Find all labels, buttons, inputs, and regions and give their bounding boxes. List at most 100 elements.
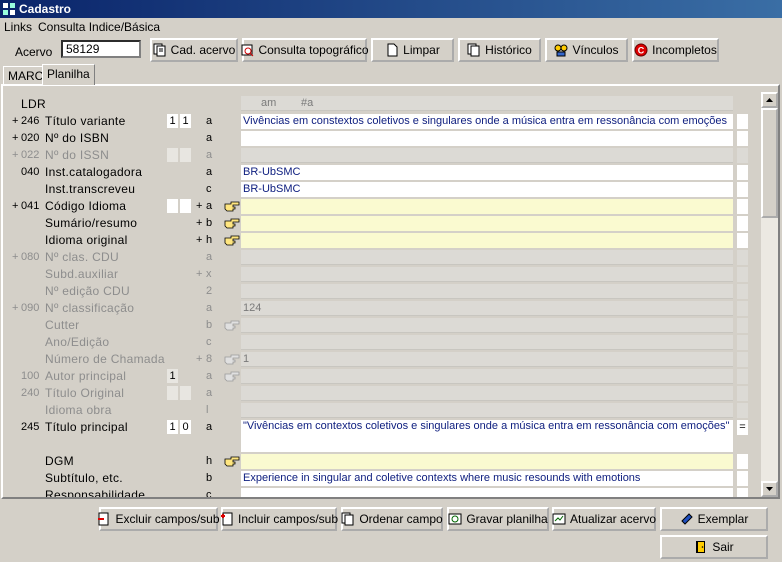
field-label: Autor principal bbox=[45, 369, 127, 383]
ordenar-campo-button[interactable]: Ordenar campo bbox=[341, 507, 443, 531]
field-value[interactable] bbox=[241, 250, 733, 265]
field-tail[interactable] bbox=[737, 386, 748, 401]
scroll-up-button[interactable] bbox=[761, 92, 778, 108]
field-value[interactable] bbox=[241, 369, 733, 384]
field-tail[interactable]: = bbox=[737, 420, 748, 435]
field-tail[interactable] bbox=[737, 216, 748, 231]
field-repeat-marker[interactable]: + bbox=[12, 115, 18, 127]
field-tail[interactable] bbox=[737, 454, 748, 469]
indicator-1[interactable] bbox=[167, 386, 178, 400]
field-value[interactable]: Vivências em constextos coletivos e sing… bbox=[241, 114, 733, 129]
field-value[interactable] bbox=[241, 318, 733, 333]
acervo-input[interactable] bbox=[61, 40, 141, 58]
ldr-field[interactable]: am #a bbox=[241, 96, 733, 111]
incompletos-button[interactable]: C Incompletos bbox=[632, 38, 719, 62]
field-value[interactable] bbox=[241, 199, 733, 214]
marc-field-row: +041 Código Idioma + a bbox=[3, 198, 763, 215]
pointing-hand-icon[interactable] bbox=[224, 370, 240, 382]
field-tail[interactable] bbox=[737, 148, 748, 163]
field-value[interactable]: 124 bbox=[241, 301, 733, 316]
field-value[interactable] bbox=[241, 216, 733, 231]
field-repeat-marker[interactable]: + bbox=[12, 200, 18, 212]
indicator-1[interactable] bbox=[167, 199, 178, 213]
vertical-scrollbar[interactable] bbox=[761, 92, 778, 497]
indicator-1[interactable]: 1 bbox=[167, 369, 178, 383]
field-tail[interactable] bbox=[737, 199, 748, 214]
pointing-hand-icon[interactable] bbox=[224, 319, 240, 331]
field-repeat-marker[interactable]: + bbox=[12, 132, 18, 144]
field-tail[interactable] bbox=[737, 488, 748, 497]
incluir-label: Incluir campos/sub bbox=[237, 512, 339, 526]
field-tail[interactable] bbox=[737, 471, 748, 486]
incluir-campos-button[interactable]: Incluir campos/sub bbox=[220, 507, 339, 531]
subfield-code: a bbox=[206, 200, 213, 212]
field-value[interactable]: "Vivências em contextos coletivos e sing… bbox=[241, 420, 733, 452]
indicator-2[interactable] bbox=[180, 386, 191, 400]
field-tail[interactable] bbox=[737, 131, 748, 146]
field-tail[interactable] bbox=[737, 318, 748, 333]
excluir-campos-button[interactable]: Excluir campos/sub bbox=[98, 507, 220, 531]
field-tail[interactable] bbox=[737, 233, 748, 248]
field-label: Título principal bbox=[45, 420, 128, 434]
field-tail[interactable] bbox=[737, 182, 748, 197]
field-value[interactable] bbox=[241, 267, 733, 282]
field-value[interactable]: Experience in singular and coletive cont… bbox=[241, 471, 733, 486]
field-value[interactable] bbox=[241, 131, 733, 146]
indicator-1[interactable] bbox=[167, 148, 178, 162]
field-tail[interactable] bbox=[737, 369, 748, 384]
field-value[interactable] bbox=[241, 148, 733, 163]
field-tail[interactable] bbox=[737, 335, 748, 350]
marc-field-row: DGM h bbox=[3, 453, 763, 470]
scroll-down-button[interactable] bbox=[761, 481, 778, 497]
pointing-hand-icon[interactable] bbox=[224, 455, 240, 467]
vinculos-button[interactable]: Vínculos bbox=[545, 38, 628, 62]
indicator-2[interactable] bbox=[180, 148, 191, 162]
consulta-topografico-button[interactable]: Consulta topográfico bbox=[241, 38, 369, 62]
field-value[interactable] bbox=[241, 284, 733, 299]
field-value[interactable]: BR-UbSMC bbox=[241, 182, 733, 197]
gravar-planilha-button[interactable]: Gravar planilha bbox=[447, 507, 549, 531]
field-tail[interactable] bbox=[737, 165, 748, 180]
exemplar-button[interactable]: Exemplar bbox=[660, 507, 768, 531]
field-tail[interactable] bbox=[737, 301, 748, 316]
field-tail[interactable] bbox=[737, 352, 748, 367]
subfield-code: a bbox=[206, 115, 213, 127]
pointing-hand-icon[interactable] bbox=[224, 200, 240, 212]
field-repeat-marker[interactable]: + bbox=[12, 302, 18, 314]
indicator-2[interactable]: 1 bbox=[180, 114, 191, 128]
indicator-1[interactable]: 1 bbox=[167, 420, 178, 434]
field-tail[interactable] bbox=[737, 267, 748, 282]
indicator-2[interactable]: 0 bbox=[180, 420, 191, 434]
pointing-hand-icon[interactable] bbox=[224, 217, 240, 229]
field-repeat-marker[interactable]: + bbox=[12, 149, 18, 161]
atualizar-acervo-button[interactable]: Atualizar acervo bbox=[552, 507, 656, 531]
field-value[interactable] bbox=[241, 454, 733, 469]
field-value[interactable] bbox=[241, 233, 733, 248]
field-repeat-marker[interactable]: + bbox=[12, 251, 18, 263]
field-tail[interactable] bbox=[737, 250, 748, 265]
limpar-button[interactable]: Limpar bbox=[371, 38, 454, 62]
pointing-hand-icon[interactable] bbox=[224, 353, 240, 365]
field-tail[interactable] bbox=[737, 284, 748, 299]
scroll-thumb[interactable] bbox=[761, 108, 778, 218]
field-value[interactable] bbox=[241, 335, 733, 350]
field-label: Inst.catalogadora bbox=[45, 165, 143, 179]
cad-acervo-button[interactable]: Cad. acervo bbox=[150, 38, 238, 62]
field-tail[interactable] bbox=[737, 403, 748, 418]
field-value[interactable]: BR-UbSMC bbox=[241, 165, 733, 180]
pointing-hand-icon[interactable] bbox=[224, 234, 240, 246]
menu-consulta[interactable]: Consulta Indice/Básica bbox=[38, 18, 160, 36]
sair-button[interactable]: Sair bbox=[660, 535, 768, 559]
field-value[interactable] bbox=[241, 403, 733, 418]
subfield-repeat-marker: + bbox=[196, 268, 203, 280]
indicator-1[interactable]: 1 bbox=[167, 114, 178, 128]
field-value[interactable]: 1 bbox=[241, 352, 733, 367]
marc-field-row: Inst.transcreveu c BR-UbSMC bbox=[3, 181, 763, 198]
field-value[interactable] bbox=[241, 488, 733, 497]
field-tail[interactable] bbox=[737, 114, 748, 129]
field-value[interactable] bbox=[241, 386, 733, 401]
historico-button[interactable]: Histórico bbox=[458, 38, 541, 62]
indicator-2[interactable] bbox=[180, 199, 191, 213]
menu-links[interactable]: Links bbox=[4, 18, 32, 36]
tab-planilha[interactable]: Planilha bbox=[42, 64, 95, 85]
